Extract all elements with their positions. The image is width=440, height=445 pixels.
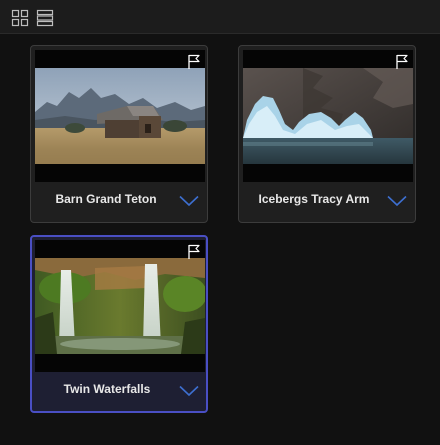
toolbar <box>0 0 440 34</box>
thumbnail-image <box>243 68 413 164</box>
flag-icon[interactable] <box>395 54 409 70</box>
chevron-down-icon[interactable] <box>179 194 199 207</box>
thumbnail-frame <box>35 240 205 372</box>
media-title: Barn Grand Teton <box>55 192 157 206</box>
list-view-icon[interactable] <box>36 9 54 27</box>
media-card-barn-grand-teton[interactable]: Barn Grand Teton <box>30 45 208 223</box>
media-card-icebergs-tracy-arm[interactable]: Icebergs Tracy Arm <box>238 45 416 223</box>
thumbnail-frame <box>243 50 413 182</box>
media-title: Icebergs Tracy Arm <box>258 192 370 206</box>
chevron-down-icon[interactable] <box>179 384 199 397</box>
media-grid: Barn Grand Teton Icebergs Tracy Arm Twin… <box>0 34 440 445</box>
grid-view-icon[interactable] <box>11 9 29 27</box>
media-card-twin-waterfalls[interactable]: Twin Waterfalls <box>30 235 208 413</box>
media-browser-window: Barn Grand Teton Icebergs Tracy Arm Twin… <box>0 0 440 445</box>
thumbnail-image <box>35 68 205 164</box>
flag-icon[interactable] <box>187 244 201 260</box>
media-title: Twin Waterfalls <box>63 382 151 396</box>
flag-icon[interactable] <box>187 54 201 70</box>
thumbnail-frame <box>35 50 205 182</box>
chevron-down-icon[interactable] <box>387 194 407 207</box>
thumbnail-image <box>35 258 205 354</box>
